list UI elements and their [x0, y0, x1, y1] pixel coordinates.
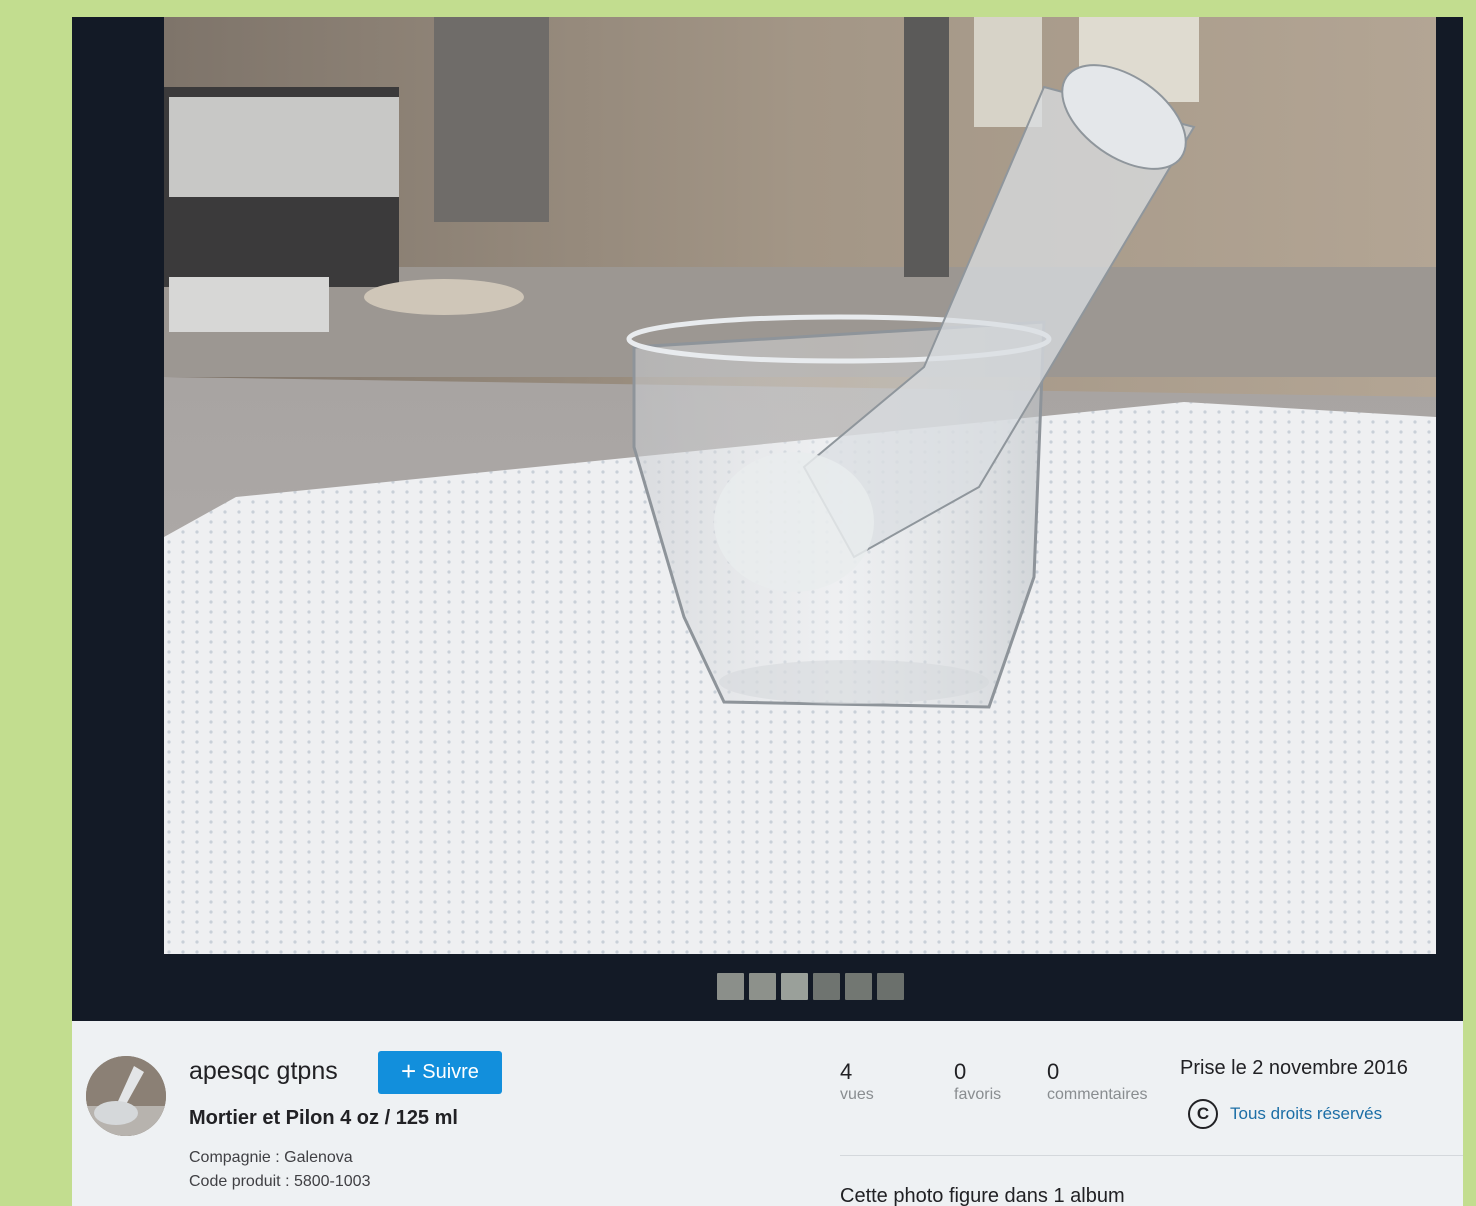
albums-text[interactable]: Cette photo figure dans 1 album [840, 1185, 1125, 1206]
photo-viewer [72, 17, 1463, 1021]
stat-label: favoris [954, 1086, 1002, 1103]
photo-info-panel: apesqc gtpns + Suivre Mortier et Pilon 4… [72, 1021, 1463, 1206]
thumbnail-5[interactable] [845, 973, 872, 1000]
description-line: Code produit : 5800-1003 [189, 1173, 371, 1190]
photo-title: Mortier et Pilon 4 oz / 125 ml [189, 1107, 458, 1129]
license-link[interactable]: Tous droits réservés [1230, 1104, 1382, 1124]
thumbnail-2[interactable] [749, 973, 776, 1000]
thumbnail-1[interactable] [717, 973, 744, 1000]
stat-favorites: 0 favoris [954, 1060, 1001, 1106]
stat-views: 4 vues [840, 1060, 874, 1106]
copyright-icon: C [1188, 1099, 1218, 1129]
divider [840, 1155, 1463, 1156]
stat-value: 0 [1047, 1059, 1060, 1084]
photo-description: Compagnie : Galenova Code produit : 5800… [189, 1146, 370, 1194]
avatar[interactable] [86, 1056, 166, 1136]
thumbnail-4[interactable] [813, 973, 840, 1000]
stat-value: 4 [840, 1059, 853, 1084]
stat-label: commentaires [1047, 1086, 1148, 1103]
license: C Tous droits réservés [1188, 1099, 1382, 1129]
follow-button[interactable]: + Suivre [378, 1051, 502, 1094]
thumbnail-strip [717, 973, 904, 1000]
follow-label: Suivre [422, 1061, 479, 1083]
description-line: Compagnie : Galenova [189, 1149, 353, 1166]
thumbnail-6[interactable] [877, 973, 904, 1000]
plus-icon: + [401, 1056, 417, 1086]
stat-value: 0 [954, 1059, 967, 1084]
main-photo[interactable] [164, 17, 1436, 954]
stat-comments: 0 commentaires [1047, 1060, 1147, 1106]
date-taken[interactable]: Prise le 2 novembre 2016 [1180, 1057, 1408, 1080]
mortar-and-pestle-photo [164, 17, 1436, 954]
stat-label: vues [840, 1086, 874, 1103]
thumbnail-3[interactable] [781, 973, 808, 1000]
owner-name[interactable]: apesqc gtpns [189, 1057, 338, 1086]
